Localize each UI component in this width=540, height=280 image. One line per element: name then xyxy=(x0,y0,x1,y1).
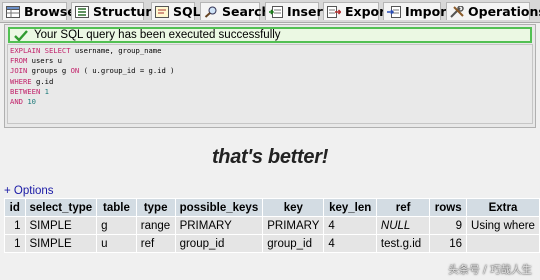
tab-import[interactable]: Import xyxy=(383,2,452,20)
sql-number: 1 xyxy=(44,86,49,96)
tab-label: Operations xyxy=(468,4,540,19)
table-cell: g xyxy=(97,217,136,234)
structure-icon xyxy=(75,6,89,18)
success-message: Your SQL query has been executed success… xyxy=(34,29,281,41)
table-row: 1 SIMPLE g range PRIMARY PRIMARY 4 NULL … xyxy=(5,217,539,234)
tab-label: Search xyxy=(222,4,271,19)
column-header[interactable]: id xyxy=(5,199,25,216)
sql-line: BETWEEN 1 xyxy=(10,87,532,97)
table-cell: range xyxy=(136,217,175,234)
column-header[interactable]: type xyxy=(136,199,175,216)
table-cell: PRIMARY xyxy=(175,217,263,234)
export-icon xyxy=(327,6,341,18)
sql-line: AND 10 xyxy=(10,97,532,107)
column-header[interactable]: table xyxy=(97,199,136,216)
table-cell: group_id xyxy=(263,235,324,252)
table-cell: group_id xyxy=(175,235,263,252)
sql-text: groups g xyxy=(31,66,71,76)
column-header[interactable]: possible_keys xyxy=(175,199,263,216)
options-link[interactable]: + Options xyxy=(4,184,54,198)
tab-structure[interactable]: Structure xyxy=(71,2,160,20)
success-message-box: Your SQL query has been executed success… xyxy=(8,27,532,43)
sql-number: 10 xyxy=(27,96,36,106)
tab-export[interactable]: Export xyxy=(323,2,391,20)
sql-text: ( u.group_id = g.id ) xyxy=(83,66,175,76)
tab-search[interactable]: Search xyxy=(200,2,270,20)
tab-label: Structure xyxy=(93,4,160,19)
watermark-text: 头条号 / 巧哉人生 xyxy=(448,264,532,276)
table-cell: 9 xyxy=(430,217,467,234)
sql-icon xyxy=(155,6,169,18)
explain-result-table: id select_type table type possible_keys … xyxy=(4,198,540,253)
table-cell: 4 xyxy=(324,235,376,252)
sql-text: g.id xyxy=(35,76,54,86)
sql-line: FROM users u xyxy=(10,56,532,66)
sql-result-panel: Your SQL query has been executed success… xyxy=(4,24,536,128)
tab-bar: Browse Structure SQL Search Insert Expor… xyxy=(0,0,540,23)
sql-text: users u xyxy=(31,56,62,66)
column-header[interactable]: key xyxy=(263,199,324,216)
sql-query-display: EXPLAIN SELECT username, group_name FROM … xyxy=(7,44,533,124)
tab-insert[interactable]: Insert xyxy=(265,2,329,20)
operations-icon xyxy=(450,6,464,18)
column-header[interactable]: select_type xyxy=(25,199,97,216)
tab-label: Browse xyxy=(24,4,76,19)
sql-keyword: JOIN xyxy=(10,66,32,76)
column-header[interactable]: key_len xyxy=(324,199,376,216)
sql-keyword: FROM xyxy=(10,56,32,66)
tab-operations[interactable]: Operations xyxy=(446,2,540,20)
sql-line: WHERE g.id xyxy=(10,77,532,87)
table-cell xyxy=(467,235,539,252)
browse-icon xyxy=(6,6,20,18)
table-cell: Using where xyxy=(467,217,539,234)
table-cell: NULL xyxy=(376,217,430,234)
sql-keyword: BETWEEN xyxy=(10,86,45,96)
table-cell: test.g.id xyxy=(376,235,430,252)
sql-line: EXPLAIN SELECT username, group_name xyxy=(10,46,532,56)
checkmark-icon xyxy=(14,30,28,41)
insert-icon xyxy=(269,6,283,18)
table-cell: SIMPLE xyxy=(25,217,97,234)
search-icon xyxy=(204,6,217,18)
table-cell: PRIMARY xyxy=(263,217,324,234)
caption-text: that's better! xyxy=(211,146,329,168)
column-header[interactable]: ref xyxy=(376,199,430,216)
table-row: 1 SIMPLE u ref group_id group_id 4 test.… xyxy=(5,235,539,252)
table-cell: 4 xyxy=(324,217,376,234)
tab-label: SQL xyxy=(173,4,201,19)
sql-text: username, group_name xyxy=(74,46,162,55)
import-icon xyxy=(387,6,401,18)
table-cell: ref xyxy=(136,235,175,252)
tab-browse[interactable]: Browse xyxy=(2,2,76,20)
table-cell: 1 xyxy=(5,217,25,234)
table-cell: u xyxy=(97,235,136,252)
sql-keyword: EXPLAIN SELECT xyxy=(10,46,75,55)
column-header[interactable]: rows xyxy=(430,199,467,216)
table-cell: 1 xyxy=(5,235,25,252)
sql-keyword: WHERE xyxy=(10,76,36,86)
table-header-row: id select_type table type possible_keys … xyxy=(5,199,539,216)
sql-line: JOIN groups g ON ( u.group_id = g.id ) xyxy=(10,66,532,76)
sql-keyword: ON xyxy=(70,66,84,76)
column-header[interactable]: Extra xyxy=(467,199,539,216)
table-cell: SIMPLE xyxy=(25,235,97,252)
tab-sql[interactable]: SQL xyxy=(151,2,201,20)
sql-keyword: AND xyxy=(10,96,28,106)
table-cell: 16 xyxy=(430,235,467,252)
